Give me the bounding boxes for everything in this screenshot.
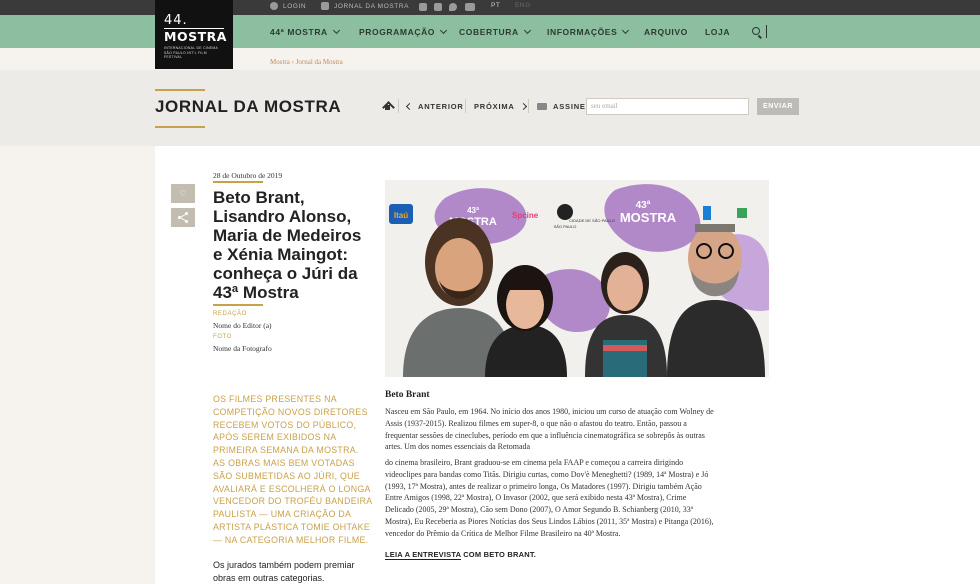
- heart-icon: ♡: [179, 189, 187, 198]
- nav-item-44-mostra[interactable]: 44ª MOSTRA: [270, 26, 340, 37]
- logo-number: 44.: [164, 13, 188, 28]
- logo-subtitle: INTERNACIONAL DE CINEMA SÃO PAULO INT'L …: [164, 46, 218, 59]
- spcine-logo: Spcine: [512, 211, 539, 220]
- nav-item-cobertura[interactable]: COBERTURA: [459, 26, 531, 37]
- lang-pt[interactable]: PT: [491, 2, 501, 9]
- instagram-icon[interactable]: [434, 3, 442, 11]
- twitter-icon[interactable]: [449, 3, 457, 11]
- chevron-down-icon: [332, 26, 340, 35]
- newsletter-icon: [537, 103, 547, 110]
- favorite-button[interactable]: ♡: [171, 184, 195, 203]
- interview-link[interactable]: LEIA A ENTREVISTA: [385, 550, 461, 560]
- next-button[interactable]: PRÓXIMA: [474, 102, 527, 111]
- subscribe-label-group: ASSINE: [537, 102, 586, 111]
- next-label: PRÓXIMA: [474, 102, 515, 111]
- nav-label: COBERTURA: [459, 27, 519, 37]
- main-nav: 44ª MOSTRA PROGRAMAÇÃO COBERTURA INFORMA…: [0, 15, 980, 48]
- prev-button[interactable]: ANTERIOR: [405, 102, 464, 111]
- login-label: LOGIN: [283, 2, 307, 10]
- page-title: JORNAL DA MOSTRA: [155, 97, 342, 116]
- toolbar-divider: [398, 99, 399, 113]
- article-paragraph: do cinema brasileiro, Brant graduou-se e…: [385, 458, 714, 538]
- user-icon: [270, 2, 278, 10]
- nav-label: LOJA: [705, 27, 731, 37]
- nav-item-programacao[interactable]: PROGRAMAÇÃO: [359, 26, 448, 37]
- share-button[interactable]: [171, 208, 195, 227]
- journal-link[interactable]: JORNAL DA MOSTRA: [321, 2, 409, 10]
- article-title: Beto Brant, Lisandro Alonso, Maria de Me…: [213, 188, 362, 302]
- lang-eng[interactable]: ENG: [515, 2, 531, 9]
- nav-label: ARQUIVO: [644, 27, 688, 37]
- cidade-logo: CIDADE DE SÃO PAULO: [569, 218, 615, 223]
- title-rule: [213, 304, 263, 306]
- jury-photo-illustration: Itaú 43ª MOSTRA Spcine SÃO PAULO CIDADE …: [385, 180, 769, 377]
- nav-item-loja[interactable]: LOJA: [705, 27, 730, 37]
- photo-credit-label: FOTO: [213, 334, 232, 340]
- article-date: 28 de Outubro de 2019: [213, 171, 283, 180]
- breadcrumb[interactable]: Mostra › Jornal da Mostra: [270, 58, 343, 66]
- journal-label: JORNAL DA MOSTRA: [334, 2, 410, 10]
- nav-item-arquivo[interactable]: ARQUIVO: [644, 27, 688, 37]
- jury-photo: Itaú 43ª MOSTRA Spcine SÃO PAULO CIDADE …: [385, 180, 769, 377]
- toolbar-divider: [465, 99, 466, 113]
- share-icon: [177, 212, 189, 223]
- chevron-down-icon: [622, 26, 630, 35]
- chevron-down-icon: [439, 26, 448, 35]
- sponsor-logo: Itaú: [394, 211, 408, 220]
- facebook-icon[interactable]: [419, 3, 427, 11]
- email-field[interactable]: seu email: [586, 98, 749, 115]
- utility-bar: LOGIN JORNAL DA MOSTRA PT ENG: [0, 0, 980, 15]
- prev-label: ANTERIOR: [418, 102, 464, 111]
- nav-label: INFORMAÇÕES: [547, 27, 618, 37]
- backdrop-mostra-word: MOSTRA: [620, 210, 677, 225]
- subscribe-label: ASSINE: [553, 102, 586, 111]
- send-button[interactable]: ENVIAR: [757, 98, 799, 115]
- article-lead: OS FILMES PRESENTES NA COMPETIÇÃO NOVOS …: [213, 394, 372, 545]
- section-heading: Beto Brant: [385, 390, 430, 400]
- newspaper-icon: [321, 2, 329, 10]
- logo-brand: MOSTRA: [164, 28, 227, 44]
- article-lead-secondary: Os jurados também podem premiar obras em…: [213, 560, 355, 583]
- editor-name: Nome do Editor (a): [213, 321, 272, 330]
- date-rule: [213, 181, 263, 183]
- editor-label: REDAÇÃO: [213, 311, 247, 317]
- nav-divider: [766, 25, 767, 38]
- login-link[interactable]: LOGIN: [270, 2, 306, 10]
- title-rule: [155, 126, 205, 128]
- chevron-left-icon: [405, 102, 414, 111]
- chevron-down-icon: [523, 26, 531, 35]
- search-icon[interactable]: [752, 27, 760, 35]
- backdrop-mostra-number: 43ª: [467, 206, 479, 215]
- youtube-icon[interactable]: [465, 3, 475, 11]
- chevron-right-icon: [519, 102, 527, 111]
- home-icon[interactable]: [383, 101, 392, 110]
- nav-label: 44ª MOSTRA: [270, 27, 328, 37]
- nav-item-informacoes[interactable]: INFORMAÇÕES: [547, 26, 630, 37]
- read-more: LEIA A ENTREVISTA COM BETO BRANT.: [385, 550, 537, 560]
- nav-label: PROGRAMAÇÃO: [359, 27, 436, 37]
- read-more-rest: COM BETO BRANT.: [460, 550, 537, 559]
- article-paragraph: Nasceu em São Paulo, em 1964. No início …: [385, 407, 714, 452]
- sao-paulo-logo: SÃO PAULO: [554, 224, 577, 229]
- photo-credit-name: Nome da Fotografo: [213, 344, 272, 353]
- mostra-logo[interactable]: 44. MOSTRA INTERNACIONAL DE CINEMA SÃO P…: [155, 0, 233, 69]
- title-rule: [155, 89, 205, 91]
- toolbar-divider: [528, 99, 529, 113]
